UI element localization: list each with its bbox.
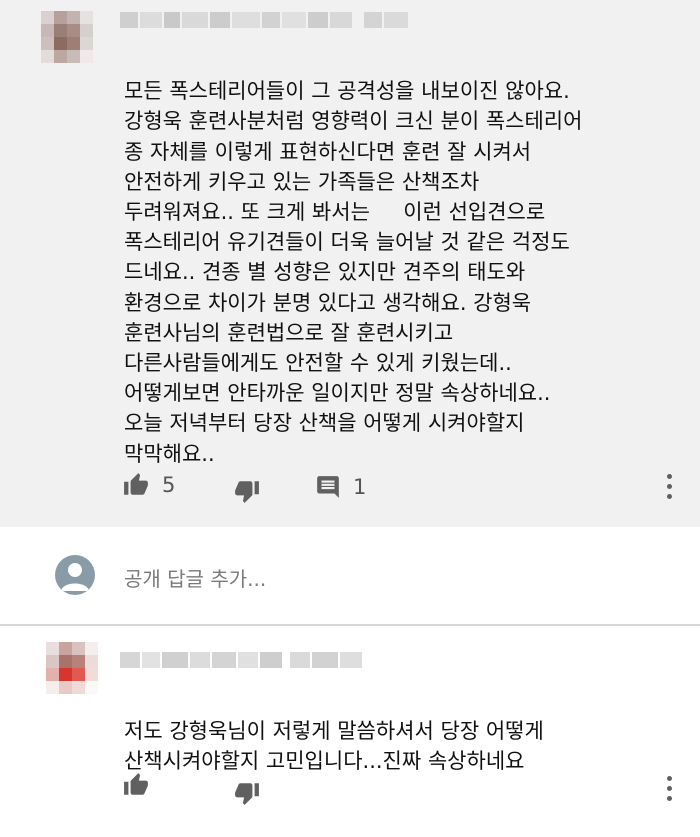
author-name-blurred[interactable] [120, 652, 390, 668]
comment-line: 저도 강형욱님이 저렇게 말씀하셔서 당장 어떻게 [124, 719, 544, 744]
comment-line: 안전하게 키우고 있는 가족들은 산책조차 [124, 169, 480, 194]
comment-line: 종 자체를 이렇게 표현하신다면 훈련 잘 시켜서 [124, 139, 532, 164]
comment-card: 모든 폭스테리어들이 그 공격성을 내보이진 않아요. 강형욱 훈련사분처럼 영향… [0, 0, 700, 527]
comment-line: 폭스테리어 유기견들이 더욱 늘어날 것 같은 걱정도 [124, 230, 570, 255]
comment-line: 훈련사님의 훈련법으로 잘 훈련시키고 [124, 320, 454, 345]
comment-icon [317, 476, 339, 498]
reply-input-row[interactable]: 공개 답글 추가... [0, 527, 700, 623]
comment-line: 강형욱 훈련사분처럼 영향력이 크신 분이 폭스테리어 [124, 109, 583, 134]
reply-button[interactable]: 1 [315, 474, 366, 500]
comment-line: 두려워져요.. 또 크게 봐서는 이런 선입견으로 [124, 200, 546, 225]
comment-text: 모든 폭스테리어들이 그 공격성을 내보이진 않아요. 강형욱 훈련사분처럼 영향… [124, 46, 582, 529]
reply-input[interactable]: 공개 답글 추가... [124, 563, 266, 592]
comment-line: 오늘 저녁부터 당장 산책을 어떻게 시켜야할지 [124, 411, 525, 436]
like-button[interactable]: 5 [122, 472, 175, 498]
default-avatar-icon [55, 555, 95, 595]
like-button[interactable] [122, 772, 150, 798]
more-vertical-icon[interactable] [667, 474, 673, 499]
comment-text: 저도 강형욱님이 저렇게 말씀하셔서 당장 어떻게산책시켜야할지 고민입니다..… [124, 686, 544, 837]
thumbs-up-icon [124, 773, 148, 795]
more-vertical-icon[interactable] [667, 776, 673, 801]
avatar[interactable] [46, 642, 98, 694]
comment-card: 저도 강형욱님이 저렇게 말씀하셔서 당장 어떻게산책시켜야할지 고민입니다..… [0, 626, 700, 814]
comment-line: 어떻게보면 안타까운 일이지만 정말 속상하네요.. [124, 381, 551, 406]
thumbs-up-icon [124, 473, 148, 495]
avatar[interactable] [41, 11, 93, 63]
like-count: 5 [162, 473, 176, 497]
dislike-button[interactable] [233, 780, 261, 806]
comment-line: 모든 폭스테리어들이 그 공격성을 내보이진 않아요. [124, 79, 570, 104]
thumbs-down-icon [235, 783, 259, 805]
comment-line: 다른사람들에게도 안전할 수 있게 키웠는데.. [124, 351, 512, 376]
comment-line: 드네요.. 견종 별 성향은 있지만 견주의 태도와 [124, 260, 526, 285]
comment-line: 환경으로 차이가 분명 있다고 생각해요. 강형욱 [124, 290, 532, 315]
comment-line: 산책시켜야할지 고민입니다...진짜 속상하네요 [124, 749, 525, 774]
thumbs-down-icon [235, 481, 259, 503]
dislike-button[interactable] [233, 478, 261, 504]
comment-line: 막막해요.. [124, 441, 215, 466]
reply-count: 1 [353, 475, 367, 499]
author-name-blurred[interactable] [120, 12, 420, 28]
